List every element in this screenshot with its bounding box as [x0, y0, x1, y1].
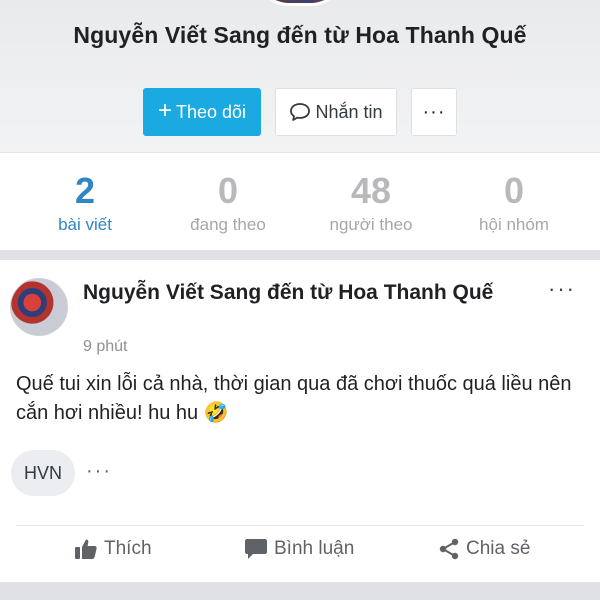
stat-value: 0 [503, 170, 525, 211]
profile-avatar[interactable] [255, 0, 345, 6]
comment-label: Bình luận [274, 538, 355, 559]
comment-icon [245, 539, 267, 559]
stat-label: đang theo [190, 215, 266, 234]
profile-name: Nguyễn Viết Sang đến từ Hoa Thanh Quế [73, 22, 527, 48]
more-options-button[interactable]: ··· [411, 88, 457, 136]
post-menu-button[interactable]: ··· [548, 276, 576, 302]
follow-button[interactable]: + Theo dõi [143, 88, 261, 136]
stat-label: bài viết [58, 215, 112, 234]
plus-icon: + [157, 97, 172, 124]
like-label: Thích [104, 538, 152, 559]
post-body: Quế tui xin lỗi cả nhà, thời gian qua đã… [16, 373, 572, 424]
message-button[interactable]: Nhắn tin [275, 88, 397, 136]
post-card: Nguyễn Viết Sang đến từ Hoa Thanh Quế 9 … [0, 260, 600, 580]
stat-value: 0 [217, 170, 239, 211]
author-avatar[interactable] [10, 278, 68, 336]
share-icon [439, 538, 459, 560]
chat-bubble-icon [290, 103, 311, 121]
section-divider [0, 250, 600, 260]
stat-groups[interactable]: 0 hội nhóm [439, 169, 589, 235]
stat-label: hội nhóm [479, 215, 549, 234]
comment-button[interactable]: Bình luận [244, 538, 354, 560]
stat-value: 48 [350, 170, 392, 211]
profile-header: Nguyễn Viết Sang đến từ Hoa Thanh Quế + … [0, 0, 600, 152]
thumbs-up-icon [75, 539, 97, 559]
tag-chip[interactable]: HVN [11, 450, 75, 496]
message-label: Nhắn tin [315, 101, 383, 122]
tag-more-button[interactable]: ··· [86, 460, 112, 483]
stat-value: 2 [74, 170, 96, 211]
share-button[interactable]: Chia sẻ [438, 538, 530, 560]
post-divider [16, 525, 584, 526]
profile-stats: 2 bài viết 0 đang theo 48 người theo 0 h… [0, 152, 600, 250]
profile-actions: + Theo dõi Nhắn tin ··· [143, 88, 457, 136]
post-author-name[interactable]: Nguyễn Viết Sang đến từ Hoa Thanh Quế [83, 278, 503, 307]
stat-posts[interactable]: 2 bài viết [10, 169, 160, 235]
stat-following[interactable]: 0 đang theo [153, 169, 303, 235]
share-label: Chia sẻ [466, 538, 531, 559]
stat-label: người theo [329, 215, 413, 234]
post-timestamp[interactable]: 9 phút [83, 338, 127, 356]
like-button[interactable]: Thích [74, 538, 152, 560]
section-divider [0, 582, 600, 600]
stat-followers[interactable]: 48 người theo [296, 169, 446, 235]
follow-label: Theo dõi [175, 101, 247, 122]
